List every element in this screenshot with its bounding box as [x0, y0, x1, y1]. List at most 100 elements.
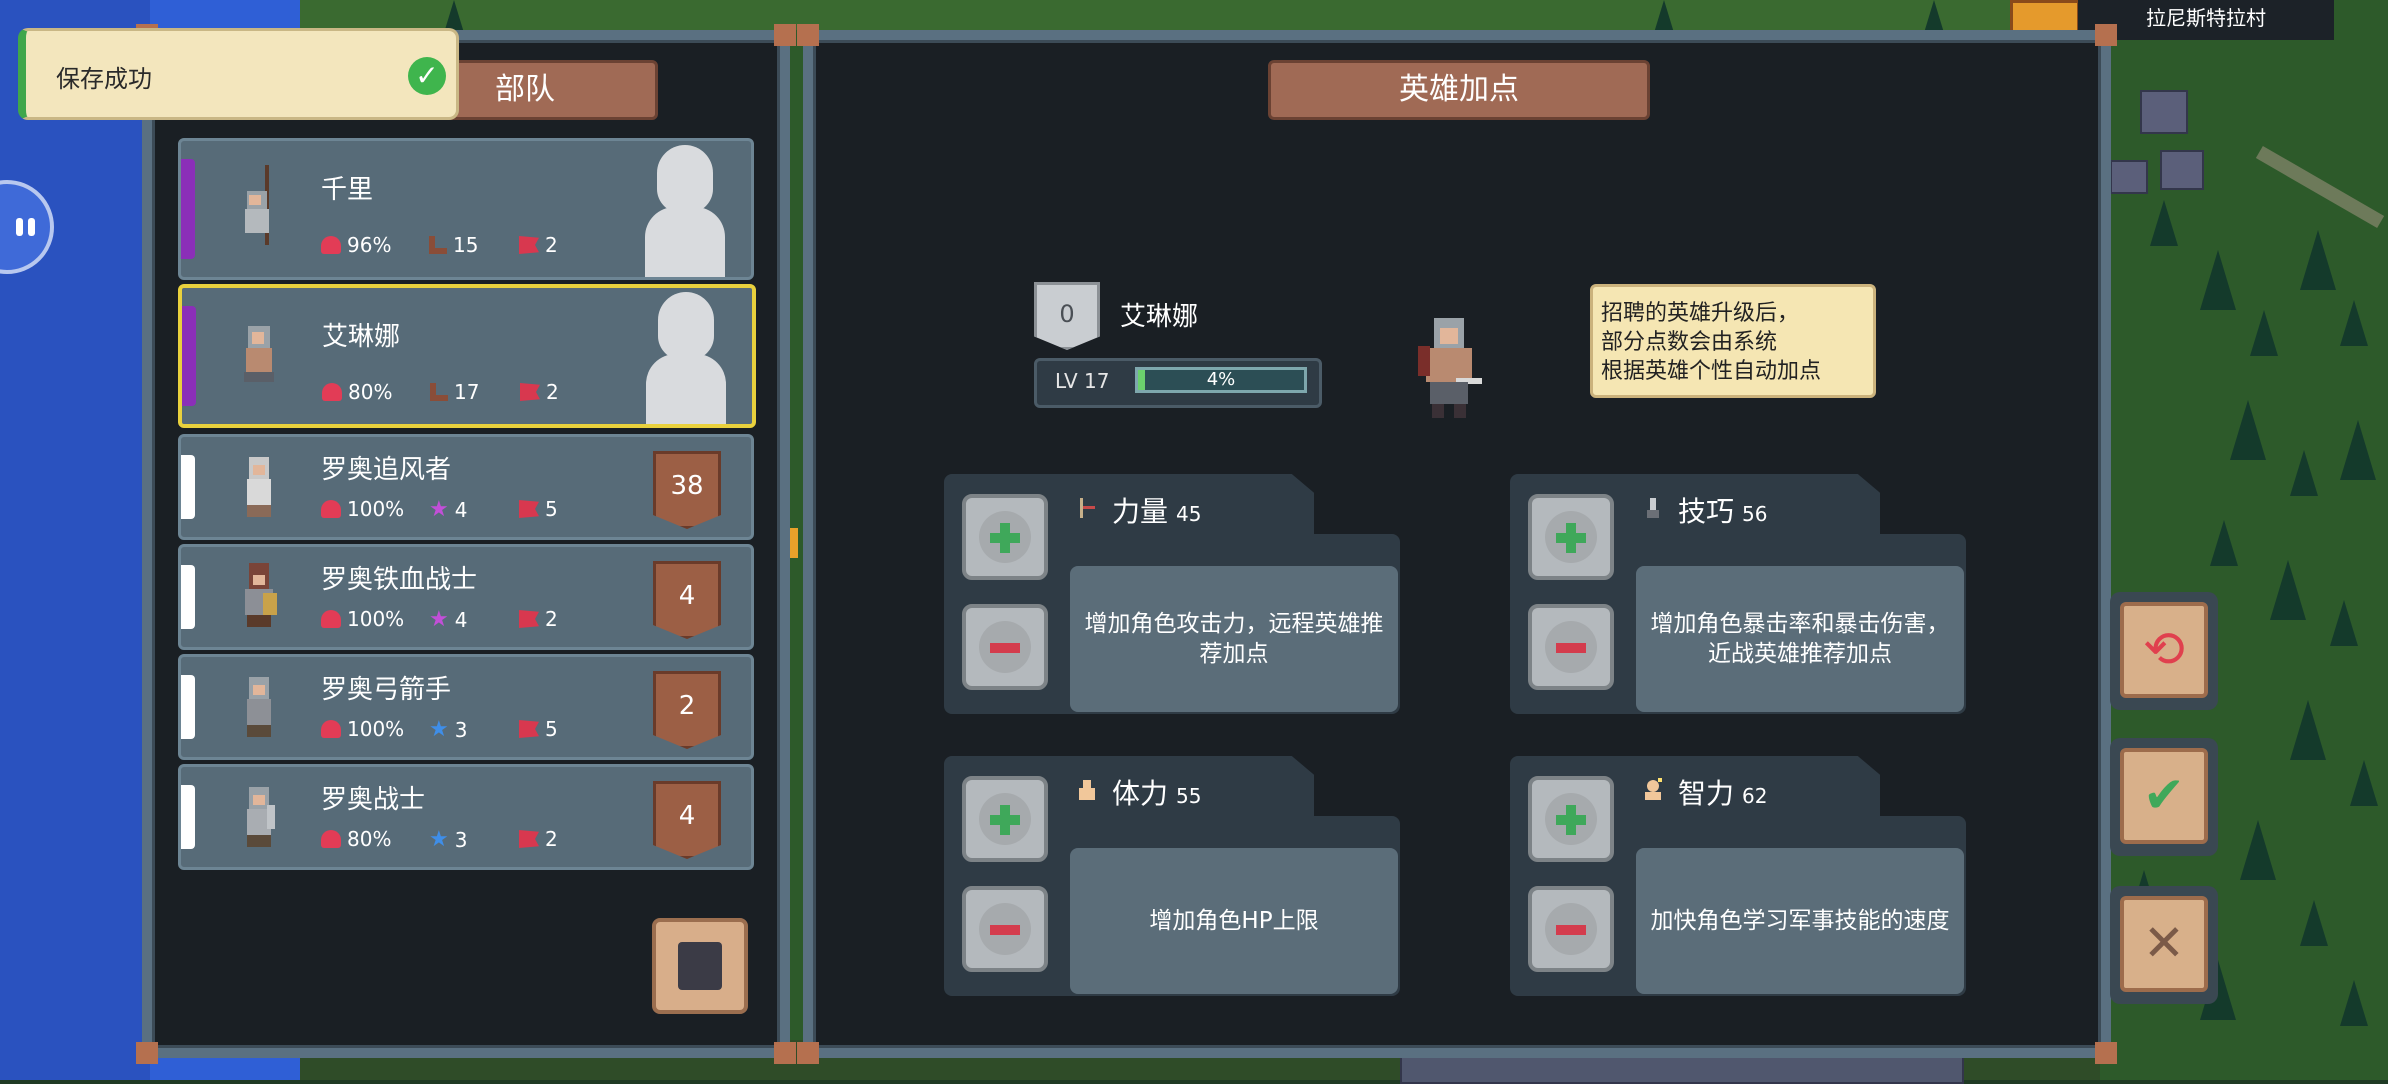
unit-hp: 100%: [321, 497, 404, 521]
unit-portrait-icon: [247, 457, 271, 517]
unit-hp: 80%: [321, 827, 391, 851]
unit-portrait-icon: [245, 563, 277, 627]
attribute-title: 体力 55: [1112, 777, 1202, 810]
unit-star: ★ 3: [429, 717, 468, 742]
map-land-top: [300, 0, 2100, 30]
unit-stripe: [181, 675, 195, 739]
book-button[interactable]: [652, 918, 748, 1014]
attribute-title: 智力 62: [1678, 777, 1768, 810]
star-icon: ★: [429, 827, 449, 852]
unit-hp: 100%: [321, 717, 404, 741]
unit-flag: 2: [519, 233, 558, 257]
unit-stripe: [181, 455, 195, 519]
heart-icon: [321, 830, 341, 848]
unit-flag: 2: [519, 607, 558, 631]
skill-minus-button[interactable]: [1528, 604, 1614, 690]
unit-count-badge: 4: [653, 561, 721, 639]
unit-card[interactable]: 千里 96% 15 2: [178, 138, 754, 280]
attribute-skill: 技巧 56 增加角色暴击率和暴击伤害，近战英雄推荐加点: [1510, 474, 1966, 714]
hero-stripe: [182, 306, 196, 406]
skill-plus-button[interactable]: [1528, 494, 1614, 580]
flag-icon: [519, 236, 539, 254]
unit-move: 15: [429, 233, 478, 257]
save-success-toast: 保存成功 ✓: [18, 28, 459, 120]
flag-icon: [519, 500, 539, 518]
unit-card[interactable]: 罗奥追风者 100% ★ 4 5 38: [178, 434, 754, 540]
close-icon: ✕: [2120, 896, 2208, 992]
hero-silhouette-icon: [646, 292, 726, 424]
boot-icon: [429, 236, 447, 254]
unit-portrait-icon: [244, 326, 274, 382]
unit-name: 罗奥弓箭手: [321, 675, 452, 705]
unit-name: 千里: [321, 175, 374, 205]
unit-card[interactable]: 罗奥战士 80% ★ 3 2 4: [178, 764, 754, 870]
unit-star: ★ 3: [429, 827, 468, 852]
unit-name: 罗奥追风者: [321, 455, 452, 485]
unit-flag: 2: [520, 380, 559, 404]
intelligence-minus-button[interactable]: [1528, 886, 1614, 972]
star-icon: ★: [429, 607, 449, 632]
flag-icon: [519, 830, 539, 848]
attribute-description: 增加角色HP上限: [1070, 848, 1398, 994]
auto-points-tip: 招聘的英雄升级后， 部分点数会由系统 根据英雄个性自动加点: [1590, 284, 1876, 398]
unit-hp: 96%: [321, 233, 391, 257]
tip-line: 根据英雄个性自动加点: [1601, 359, 1822, 384]
unit-count-badge: 2: [653, 671, 721, 749]
village-house: [2110, 160, 2148, 194]
hero-name: 艾琳娜: [1120, 302, 1199, 332]
body-icon: [1079, 780, 1095, 800]
heart-icon: [321, 610, 341, 628]
attribute-description: 加快角色学习军事技能的速度: [1636, 848, 1964, 994]
flag-icon: [519, 720, 539, 738]
hero-level-box: LV 17 4%: [1034, 358, 1322, 408]
unit-card[interactable]: 罗奥弓箭手 100% ★ 3 5 2: [178, 654, 754, 760]
attribute-description: 增加角色攻击力，远程英雄推荐加点: [1070, 566, 1398, 712]
unit-count-badge: 4: [653, 781, 721, 859]
check-icon: ✔: [2120, 748, 2208, 844]
reset-icon: ⟲: [2120, 602, 2208, 698]
hero-sprite-icon: [1418, 318, 1482, 418]
village-house: [2140, 90, 2188, 134]
xp-progress-bar: 4%: [1135, 367, 1307, 393]
flag-icon: [520, 383, 540, 401]
star-icon: ★: [429, 497, 449, 522]
book-icon: [678, 942, 722, 990]
star-icon: ★: [429, 717, 449, 742]
heart-icon: [321, 236, 341, 254]
stamina-minus-button[interactable]: [962, 886, 1048, 972]
reset-button[interactable]: ⟲: [2110, 592, 2218, 710]
toast-message: 保存成功: [56, 65, 152, 93]
attribute-title: 技巧 56: [1678, 495, 1768, 528]
heart-icon: [321, 720, 341, 738]
attribute-intelligence: 智力 62 加快角色学习军事技能的速度: [1510, 756, 1966, 996]
village-house: [2160, 150, 2204, 190]
tip-line: 招聘的英雄升级后，: [1601, 301, 1800, 326]
intelligence-plus-button[interactable]: [1528, 776, 1614, 862]
close-button[interactable]: ✕: [2110, 886, 2218, 1004]
unit-stripe: [181, 565, 195, 629]
hero-level: LV 17: [1055, 369, 1110, 393]
hero-points-badge: 0: [1034, 282, 1100, 350]
hero-points-title: 英雄加点: [1268, 60, 1650, 120]
hero-stripe: [181, 159, 195, 259]
strength-minus-button[interactable]: [962, 604, 1048, 690]
unit-name: 艾琳娜: [322, 322, 401, 352]
confirm-button[interactable]: ✔: [2110, 738, 2218, 856]
check-circle-icon: ✓: [408, 57, 446, 95]
unit-portrait-icon: [247, 677, 271, 737]
attribute-title: 力量 45: [1112, 495, 1202, 528]
attribute-strength: 力量 45 增加角色攻击力，远程英雄推荐加点: [944, 474, 1400, 714]
xp-text: 4%: [1206, 369, 1236, 390]
unit-card-selected[interactable]: 艾琳娜 80% 17 2: [178, 284, 756, 428]
unit-flag: 2: [519, 827, 558, 851]
unit-card[interactable]: 罗奥铁血战士 100% ★ 4 2 4: [178, 544, 754, 650]
stamina-plus-button[interactable]: [962, 776, 1048, 862]
attribute-stamina: 体力 55 增加角色HP上限: [944, 756, 1400, 996]
unit-portrait-icon: [247, 787, 275, 847]
unit-portrait-icon: [245, 165, 269, 245]
unit-name: 罗奥铁血战士: [321, 565, 478, 595]
unit-star: ★ 4: [429, 497, 468, 522]
strength-plus-button[interactable]: [962, 494, 1048, 580]
heart-icon: [321, 500, 341, 518]
unit-star: ★ 4: [429, 607, 468, 632]
